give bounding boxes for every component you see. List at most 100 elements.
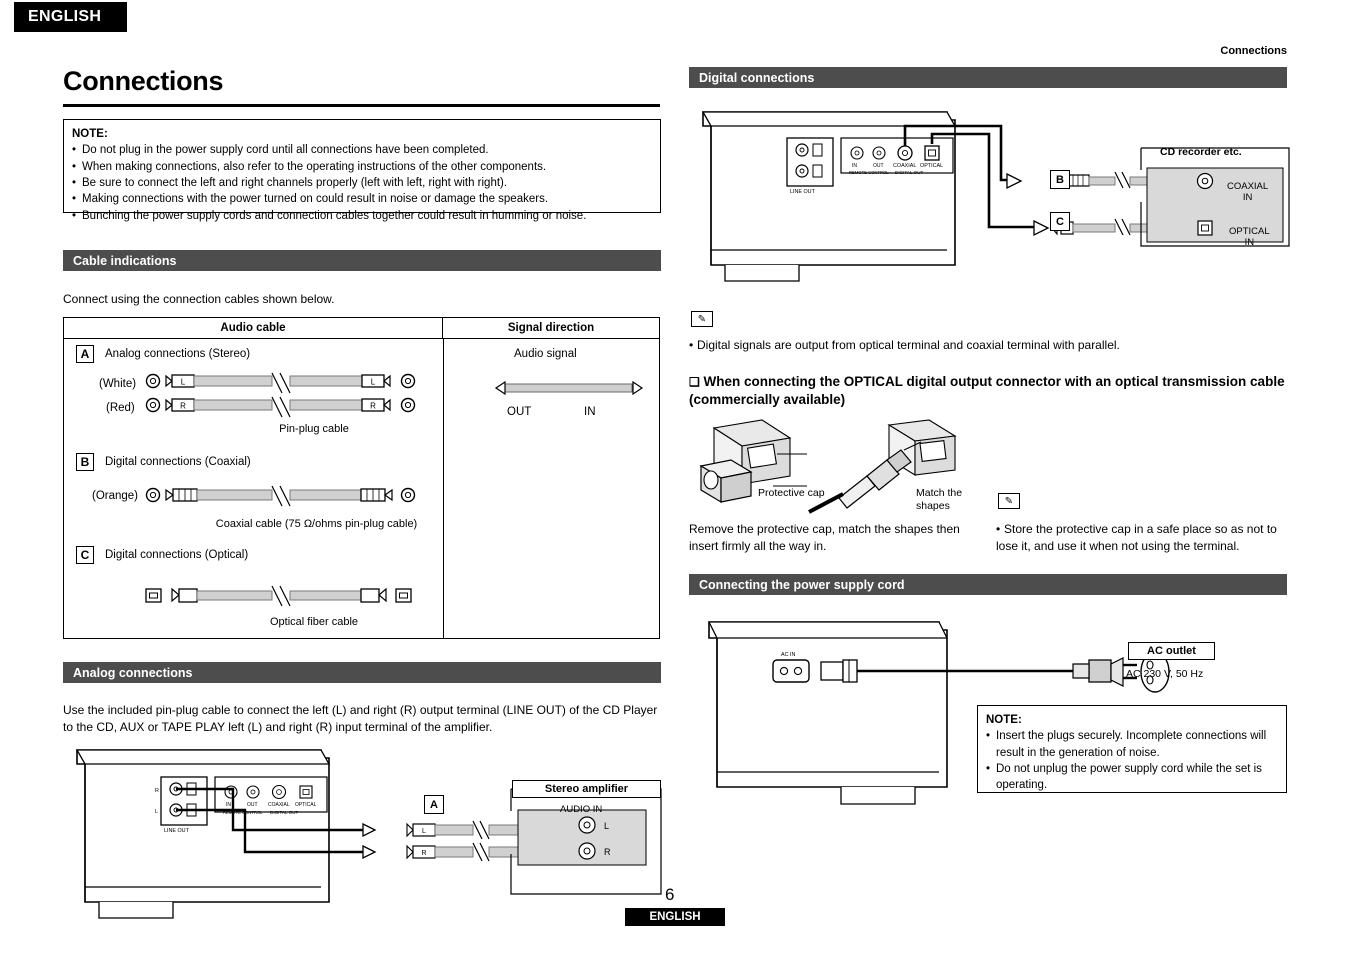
svg-text:LINE OUT: LINE OUT (790, 189, 816, 195)
note-item: When making connections, also refer to t… (72, 159, 652, 176)
svg-text:L: L (181, 378, 186, 387)
section-bar-analog-connections: Analog connections (63, 662, 661, 683)
table-header-audio-cable: Audio cable (64, 318, 443, 338)
svg-text:L: L (155, 809, 158, 815)
coaxial-in-line1: COAXIAL (1227, 181, 1269, 192)
svg-text:LINE OUT: LINE OUT (164, 828, 190, 834)
note-item: Insert the plugs securely. Incomplete co… (986, 728, 1278, 761)
row-badge-a: A (76, 345, 94, 363)
label-orange: (Orange) (92, 490, 139, 502)
note-list: Do not plug in the power supply cord unt… (72, 142, 652, 224)
svg-text:OUT: OUT (873, 163, 884, 169)
svg-text:AC IN: AC IN (781, 652, 795, 658)
row-title-b: Digital connections (Coaxial) (105, 456, 251, 468)
ac-outlet-label: AC outlet (1128, 642, 1215, 660)
document-page: ENGLISH Connections Connections NOTE: Do… (0, 0, 1349, 954)
caption-optical-fiber-cable: Optical fiber cable (269, 616, 359, 628)
svg-text:OPTICAL: OPTICAL (295, 802, 317, 808)
table-header-row: Audio cable Signal direction (64, 318, 659, 339)
audio-in-label: AUDIO IN (560, 804, 603, 815)
signal-arrow-graphic (484, 380, 654, 396)
analog-diagram: LINE OUT R L IN OUT COAXIAL OPTICAL REMO… (63, 742, 663, 932)
store-cap-note: • Store the protective cap in a safe plac… (996, 522, 1277, 554)
section-bar-digital-connections: Digital connections (689, 67, 1287, 88)
table-column-divider (443, 338, 444, 638)
signal-label: Audio signal (514, 348, 577, 360)
pencil-note-icon-2: ✎ (998, 493, 1020, 509)
badge-a-analog: A (424, 795, 444, 814)
signal-in-label: IN (584, 406, 596, 418)
note-item: Do not plug in the power supply cord unt… (72, 142, 652, 159)
analog-paragraph: Use the included pin-plug cable to conne… (63, 703, 658, 735)
coaxial-in-line2: IN (1242, 191, 1253, 203)
section-bar-power-supply: Connecting the power supply cord (689, 574, 1287, 595)
row-badge-c: C (76, 546, 94, 564)
page-title: Connections (63, 66, 224, 96)
optical-instruction: Remove the protective cap, match the sha… (689, 522, 960, 554)
row-title-a: Analog connections (Stereo) (105, 348, 251, 360)
cable-intro: Connect using the connection cables show… (63, 292, 335, 306)
digital-diagram: LINE OUT IN OUT COAXIAL OPTICAL REMOTE C… (689, 100, 1290, 290)
table-header-signal-direction: Signal direction (507, 322, 595, 334)
optical-in-line2: IN (1244, 236, 1255, 248)
svg-text:OPTICAL: OPTICAL (920, 163, 943, 169)
svg-text:DIGITAL OUT: DIGITAL OUT (895, 170, 924, 175)
row-badge-b: B (76, 453, 94, 471)
cd-recorder-label: CD recorder etc. (1160, 146, 1242, 158)
recorder-coaxial-in-label: COAXIAL IN (1227, 181, 1269, 204)
badge-b-digital: B (1050, 170, 1070, 189)
svg-text:R: R (155, 788, 159, 794)
note-title: NOTE: (72, 128, 108, 140)
footer-language-tab: ENGLISH (625, 908, 725, 926)
note-item: Do not unplug the power supply cord whil… (986, 761, 1278, 794)
optical-subheading: ❑ When connecting the OPTICAL digital ou… (689, 374, 1285, 408)
note-title-power: NOTE: (986, 714, 1022, 726)
optical-in-line1: OPTICAL (1229, 226, 1270, 237)
store-cap-note-text: Store the protective cap in a safe place… (996, 522, 1277, 554)
svg-text:COAXIAL: COAXIAL (893, 163, 916, 169)
note-box-top: NOTE: Do not plug in the power supply co… (63, 119, 661, 224)
svg-text:R: R (370, 402, 376, 411)
digital-note-text: Digital signals are output from optical … (697, 338, 1120, 352)
language-tab: ENGLISH (14, 2, 127, 32)
svg-text:L: L (604, 821, 609, 831)
optical-subheading-text: When connecting the OPTICAL digital outp… (689, 374, 1285, 408)
signal-out-label: OUT (507, 406, 532, 418)
note-item: Be sure to connect the left and right ch… (72, 175, 652, 192)
cable-table: Audio cable Signal direction A Analog co… (63, 317, 660, 639)
svg-text:REMOTE CONTROL: REMOTE CONTROL (849, 170, 889, 175)
note-list-power: Insert the plugs securely. Incomplete co… (986, 728, 1278, 793)
caption-pin-plug-cable: Pin-plug cable (279, 423, 349, 435)
analog-cable-graphic: L R L R (144, 372, 434, 428)
ac-outlet-spec: AC 230 V, 50 Hz (1126, 668, 1204, 680)
optical-cable-graphic (144, 585, 434, 610)
svg-text:COAXIAL: COAXIAL (268, 802, 290, 808)
note-item: Bunching the power supply cords and conn… (72, 208, 652, 225)
svg-text:OUT: OUT (247, 802, 258, 808)
pencil-note-icon: ✎ (691, 311, 713, 327)
label-red: (Red) (106, 402, 135, 414)
svg-text:IN: IN (852, 163, 857, 169)
svg-text:R: R (604, 847, 611, 857)
caption-coaxial-cable: Coaxial cable (75 Ω/ohms pin-plug cable) (215, 518, 418, 530)
protective-cap-label: Protective cap (758, 487, 825, 499)
badge-c-digital: C (1050, 212, 1070, 231)
note-box-power: NOTE: Insert the plugs securely. Incompl… (977, 705, 1287, 793)
digital-note: • Digital signals are output from optical… (689, 338, 1120, 352)
svg-text:L: L (371, 378, 376, 387)
svg-text:L: L (422, 828, 426, 835)
svg-text:R: R (180, 402, 186, 411)
note-item: Making connections with the power turned… (72, 191, 652, 208)
svg-text:DIGITAL OUT: DIGITAL OUT (270, 810, 299, 815)
stereo-amplifier-label: Stereo amplifier (512, 780, 661, 798)
page-number: 6 (665, 885, 675, 904)
coaxial-cable-graphic (144, 485, 434, 510)
svg-text:R: R (421, 850, 426, 857)
title-rule (63, 104, 660, 107)
match-shapes-label: Match the shapes (916, 487, 963, 513)
running-head: Connections (1220, 45, 1287, 57)
svg-text:IN: IN (226, 802, 231, 808)
section-bar-cable-indications: Cable indications (63, 250, 661, 271)
recorder-optical-in-label: OPTICAL IN (1229, 226, 1270, 249)
label-white: (White) (99, 378, 137, 390)
